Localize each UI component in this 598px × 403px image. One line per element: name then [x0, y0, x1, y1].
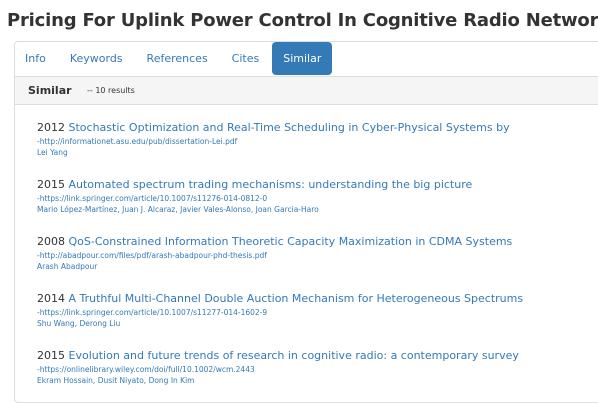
result-year: 2015 [37, 178, 65, 191]
list-item: 2012 Stochastic Optimization and Real-Ti… [37, 121, 592, 158]
result-title-link[interactable]: Stochastic Optimization and Real-Time Sc… [69, 121, 510, 134]
tab-keywords[interactable]: Keywords [59, 42, 134, 75]
result-authors[interactable]: Mario López-Martínez, Juan J. Alcaraz, J… [37, 204, 592, 215]
section-header: Similar -- 10 results [15, 76, 598, 105]
tab-bar: Info Keywords References Cites Similar [14, 42, 334, 75]
result-year: 2014 [37, 292, 65, 305]
list-item: 2014 A Truthful Multi-Channel Double Auc… [37, 292, 592, 329]
result-url-link[interactable]: -https://link.springer.com/article/10.10… [37, 307, 592, 318]
result-count: -- 10 results [87, 86, 135, 95]
result-title-link[interactable]: A Truthful Multi-Channel Double Auction … [69, 292, 524, 305]
tab-cites[interactable]: Cites [221, 42, 271, 75]
page-title: Pricing For Uplink Power Control In Cogn… [7, 10, 598, 31]
result-year: 2015 [37, 349, 65, 362]
result-url-link[interactable]: -https://link.springer.com/article/10.10… [37, 193, 592, 204]
result-url-link[interactable]: -http://abadpour.com/files/pdf/arash-aba… [37, 250, 592, 261]
result-authors[interactable]: Shu Wang, Derong Liu [37, 318, 592, 329]
tab-references[interactable]: References [136, 42, 219, 75]
result-title-link[interactable]: Evolution and future trends of research … [69, 349, 519, 362]
result-authors[interactable]: Arash Abadpour [37, 261, 592, 272]
result-url-link[interactable]: -https://onlinelibrary.wiley.com/doi/ful… [37, 364, 592, 375]
result-authors[interactable]: Ekram Hossain, Dusit Niyato, Dong In Kim [37, 375, 592, 386]
result-url-link[interactable]: -http://informationet.asu.edu/pub/disser… [37, 136, 592, 147]
result-title-link[interactable]: Automated spectrum trading mechanisms: u… [69, 178, 473, 191]
list-item: 2015 Automated spectrum trading mechanis… [37, 178, 592, 215]
list-item: 2015 Evolution and future trends of rese… [37, 349, 592, 386]
section-title: Similar [28, 84, 72, 97]
list-item: 2008 QoS-Constrained Information Theoret… [37, 235, 592, 272]
tab-similar[interactable]: Similar [272, 42, 333, 75]
tab-info[interactable]: Info [14, 42, 57, 75]
result-year: 2008 [37, 235, 65, 248]
result-year: 2012 [37, 121, 65, 134]
result-title-link[interactable]: QoS-Constrained Information Theoretic Ca… [69, 235, 513, 248]
result-authors[interactable]: Lei Yang [37, 147, 592, 158]
